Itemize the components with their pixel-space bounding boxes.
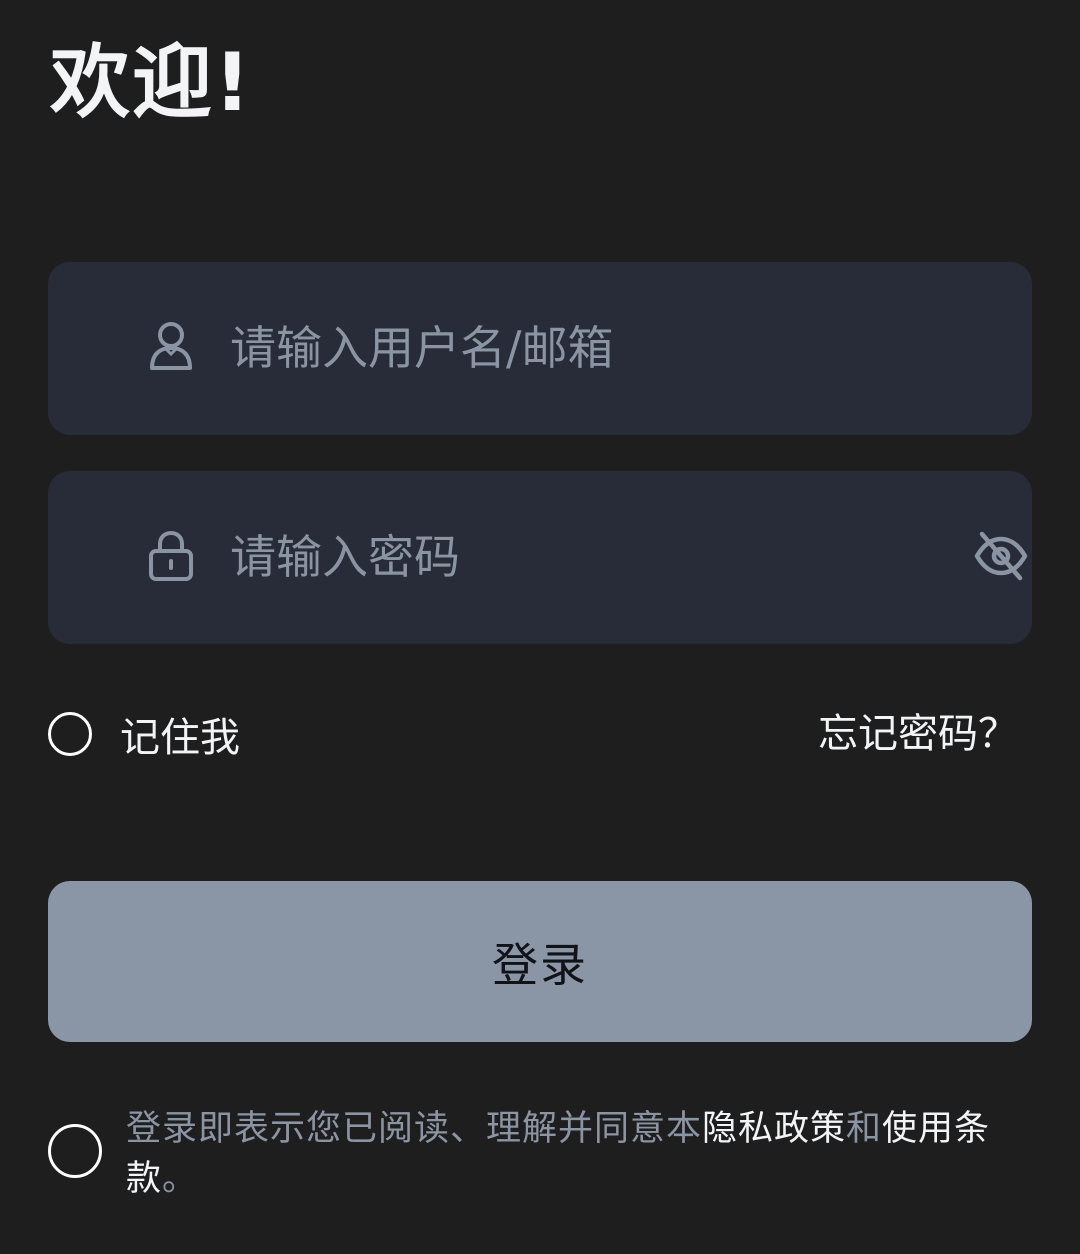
remember-me-label: 记住我 xyxy=(120,715,240,761)
user-icon xyxy=(150,322,192,370)
agreement-suffix: 。 xyxy=(162,1159,199,1199)
page-title: 欢迎! xyxy=(50,36,253,129)
login-button[interactable]: 登录 xyxy=(48,881,1032,1042)
password-field[interactable] xyxy=(48,471,1032,644)
login-screen: 欢迎! 记住我 忘记密码？ 登录 登录即表示您已阅读、理解并同意本隐私政策和使用… xyxy=(0,0,1080,1254)
agreement-radio[interactable] xyxy=(48,1124,102,1178)
eye-off-icon[interactable] xyxy=(972,529,1030,583)
agreement-prefix: 登录即表示您已阅读、理解并同意本 xyxy=(126,1109,703,1149)
remember-me-radio[interactable] xyxy=(48,712,92,756)
username-input[interactable] xyxy=(230,302,930,394)
agreement-text: 登录即表示您已阅读、理解并同意本隐私政策和使用条款。 xyxy=(126,1104,1006,1204)
lock-icon xyxy=(149,530,193,581)
password-input[interactable] xyxy=(230,511,930,603)
username-field[interactable] xyxy=(48,262,1032,435)
remember-me-toggle[interactable]: 记住我 xyxy=(48,709,240,761)
agreement-conjunction: 和 xyxy=(846,1109,883,1149)
privacy-policy-link[interactable]: 隐私政策 xyxy=(702,1109,846,1149)
forgot-password-link[interactable]: 忘记密码？ xyxy=(818,706,1018,762)
